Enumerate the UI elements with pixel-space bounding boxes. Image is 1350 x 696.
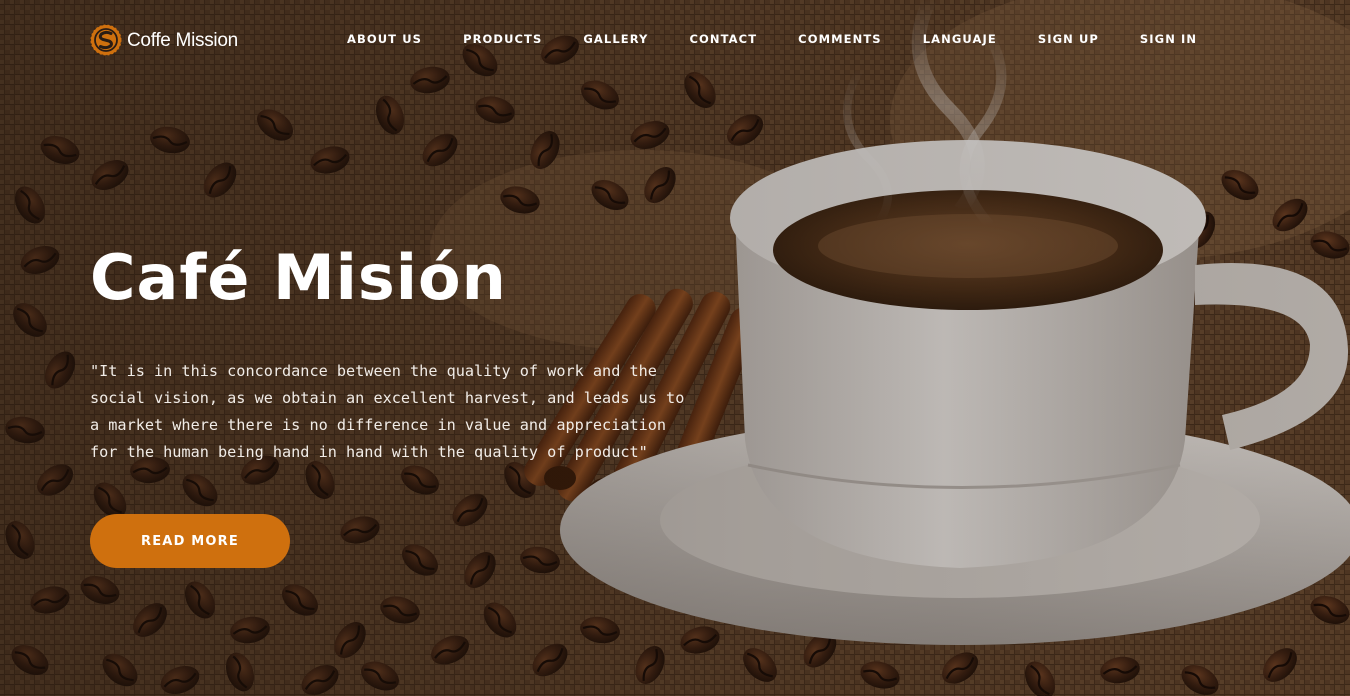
coffee-bean-logo-icon xyxy=(90,24,122,56)
nav-contact[interactable]: CONTACT xyxy=(689,32,757,46)
nav-gallery[interactable]: GALLERY xyxy=(583,32,648,46)
nav-sign-up[interactable]: SIGN UP xyxy=(1038,32,1099,46)
nav-sign-in[interactable]: SIGN IN xyxy=(1140,32,1197,46)
hero-title: Café Misión xyxy=(90,241,507,314)
brand-logo-link[interactable]: Coffe Mission xyxy=(90,24,238,56)
main-navigation: ABOUT US PRODUCTS GALLERY CONTACT COMMEN… xyxy=(347,32,1197,46)
nav-products[interactable]: PRODUCTS xyxy=(463,32,542,46)
brand-name: Coffe Mission xyxy=(127,29,238,51)
hero-dark-overlay xyxy=(0,0,1350,696)
hero-quote: "It is in this concordance between the q… xyxy=(90,362,685,461)
nav-language[interactable]: LANGUAJE xyxy=(923,32,997,46)
hero-section: Coffe Mission ABOUT US PRODUCTS GALLERY … xyxy=(0,0,1350,696)
nav-about-us[interactable]: ABOUT US xyxy=(347,32,422,46)
nav-comments[interactable]: COMMENTS xyxy=(798,32,882,46)
read-more-button[interactable]: READ MORE xyxy=(90,514,290,568)
